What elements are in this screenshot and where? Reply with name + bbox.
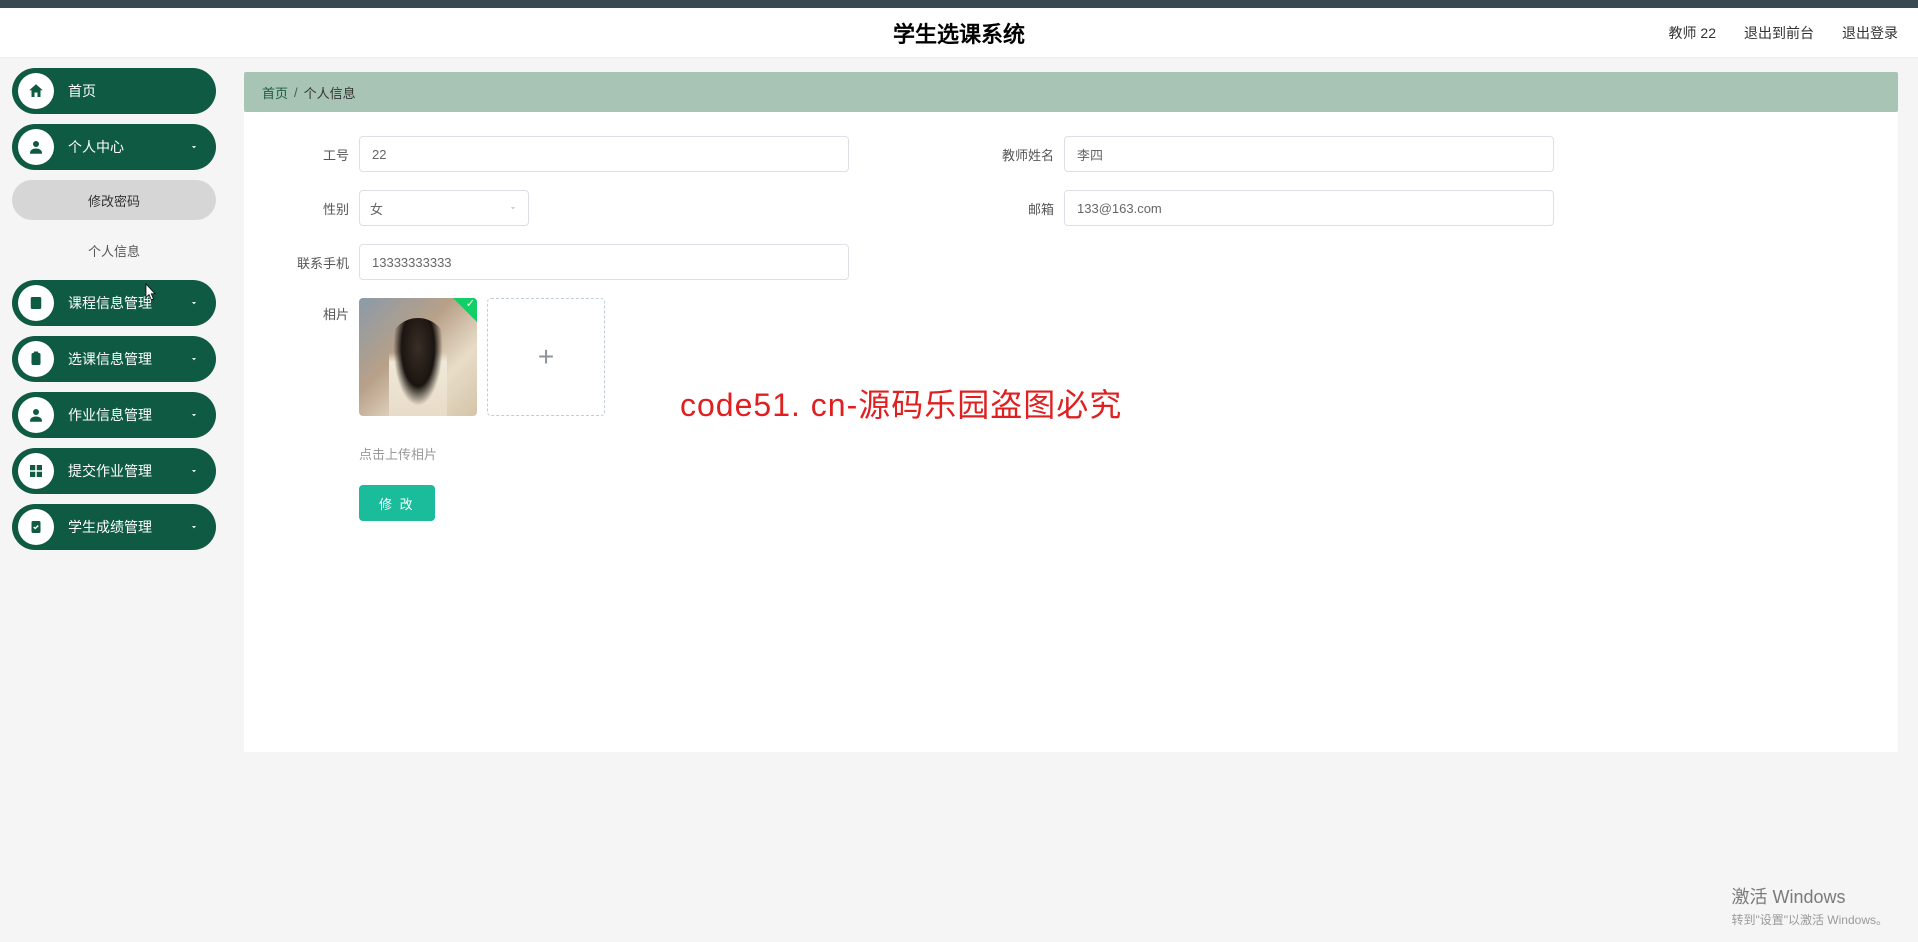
upload-hint: 点击上传相片 <box>359 444 1858 463</box>
chevron-down-icon <box>508 203 518 213</box>
sidebar-subitem-change-password[interactable]: 修改密码 <box>12 180 216 220</box>
sidebar-item-course[interactable]: 课程信息管理 <box>12 280 216 326</box>
plus-icon: + <box>538 341 554 373</box>
check-icon <box>453 298 477 322</box>
breadcrumb-current: 个人信息 <box>304 83 356 102</box>
id-label: 工号 <box>284 145 349 164</box>
phone-input[interactable] <box>359 244 849 280</box>
submit-button[interactable]: 修 改 <box>359 485 435 521</box>
sidebar-item-label: 作业信息管理 <box>68 405 188 425</box>
user-icon <box>18 129 54 165</box>
gender-select[interactable]: 女 <box>359 190 529 226</box>
breadcrumb-home[interactable]: 首页 <box>262 83 288 102</box>
book-icon <box>18 285 54 321</box>
photo-upload-button[interactable]: + <box>487 298 605 416</box>
sidebar-item-home[interactable]: 首页 <box>12 68 216 114</box>
id-input[interactable] <box>359 136 849 172</box>
sidebar-item-profile[interactable]: 个人中心 <box>12 124 216 170</box>
chevron-down-icon <box>188 297 200 309</box>
sidebar-item-label: 课程信息管理 <box>68 293 188 313</box>
gender-label: 性别 <box>284 199 349 218</box>
main-content: 首页 / 个人信息 工号 教师姓名 性别 女 <box>230 58 1918 942</box>
logout-link[interactable]: 退出登录 <box>1842 23 1898 43</box>
sidebar-item-grades[interactable]: 学生成绩管理 <box>12 504 216 550</box>
chevron-down-icon <box>188 465 200 477</box>
sidebar-item-label: 选课信息管理 <box>68 349 188 369</box>
name-label: 教师姓名 <box>989 145 1054 164</box>
sidebar-subitem-personal-info[interactable]: 个人信息 <box>12 230 216 270</box>
chevron-down-icon <box>188 409 200 421</box>
phone-label: 联系手机 <box>284 253 349 272</box>
header: 学生选课系统 教师 22 退出到前台 退出登录 <box>0 8 1918 58</box>
sidebar-item-label: 提交作业管理 <box>68 461 188 481</box>
sidebar-item-label: 学生成绩管理 <box>68 517 188 537</box>
sidebar-item-label: 首页 <box>68 81 200 101</box>
email-label: 邮箱 <box>989 199 1054 218</box>
sidebar-item-enroll[interactable]: 选课信息管理 <box>12 336 216 382</box>
sidebar-item-label: 个人中心 <box>68 137 188 157</box>
user-label[interactable]: 教师 22 <box>1669 23 1716 43</box>
photo-label: 相片 <box>284 298 349 323</box>
chevron-down-icon <box>188 141 200 153</box>
chevron-down-icon <box>188 521 200 533</box>
clipboard-check-icon <box>18 509 54 545</box>
breadcrumb-sep: / <box>294 85 298 100</box>
name-input[interactable] <box>1064 136 1554 172</box>
email-input[interactable] <box>1064 190 1554 226</box>
clipboard-icon <box>18 341 54 377</box>
exit-front-link[interactable]: 退出到前台 <box>1744 23 1814 43</box>
photo-thumbnail[interactable] <box>359 298 477 416</box>
grid-icon <box>18 453 54 489</box>
sidebar: 首页 个人中心 修改密码 个人信息 课程信息管理 <box>0 58 230 942</box>
user-icon <box>18 397 54 433</box>
sidebar-item-submit-homework[interactable]: 提交作业管理 <box>12 448 216 494</box>
breadcrumb: 首页 / 个人信息 <box>244 72 1898 112</box>
chevron-down-icon <box>188 353 200 365</box>
home-icon <box>18 73 54 109</box>
sidebar-item-homework[interactable]: 作业信息管理 <box>12 392 216 438</box>
app-title: 学生选课系统 <box>893 17 1025 49</box>
